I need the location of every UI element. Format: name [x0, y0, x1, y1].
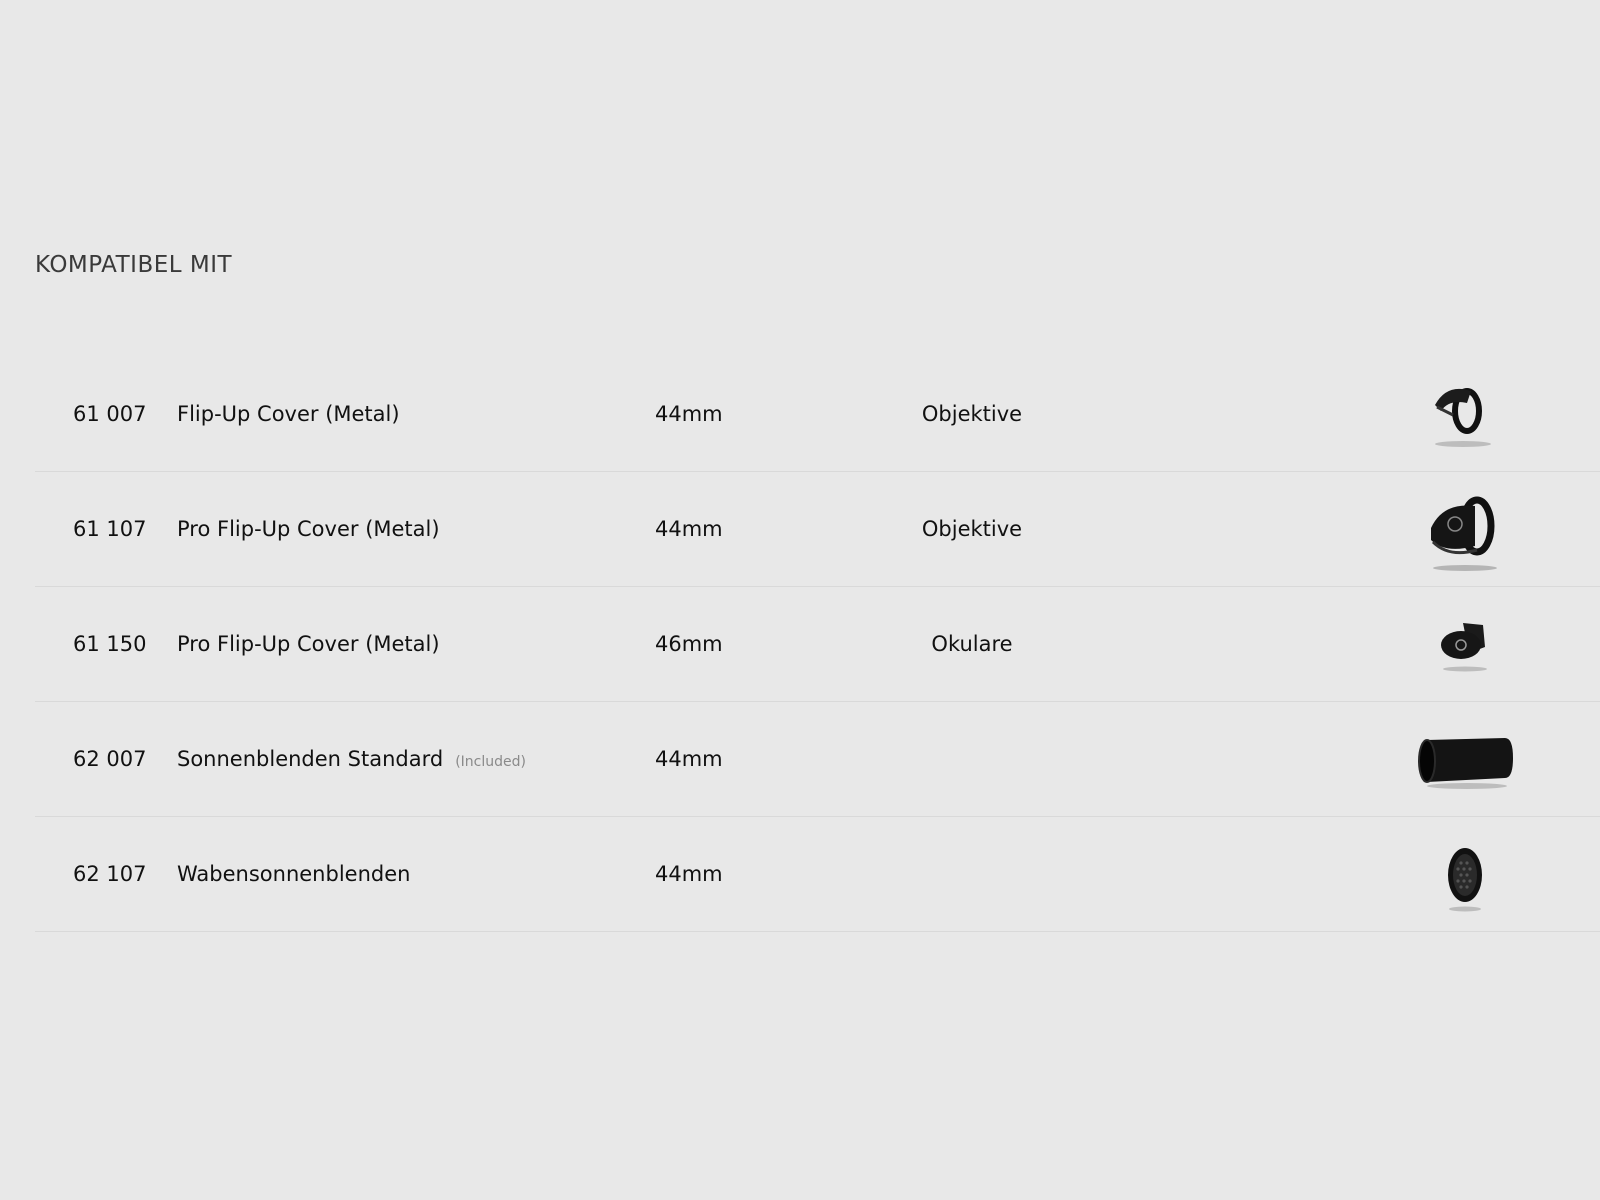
table-row[interactable]: 61 107 Pro Flip-Up Cover (Metal) 44mm Ob…: [35, 472, 1600, 587]
product-type: Okulare: [931, 632, 1013, 656]
pro-flip-up-cover-icon[interactable]: [1405, 484, 1525, 574]
honeycomb-sunshade-icon[interactable]: [1405, 829, 1525, 919]
product-name: Sonnenblenden Standard (Included): [177, 747, 526, 771]
table-row[interactable]: 61 007 Flip-Up Cover (Metal) 44mm Objekt…: [35, 357, 1600, 472]
table-row[interactable]: 62 007 Sonnenblenden Standard (Included) …: [35, 702, 1600, 817]
product-number: 61 150: [73, 632, 147, 656]
section-title: KOMPATIBEL MIT: [35, 252, 233, 278]
product-type: Objektive: [921, 517, 1023, 541]
sunshade-tube-icon[interactable]: [1405, 714, 1525, 804]
product-name: Wabensonnenblenden: [177, 862, 411, 886]
table-row[interactable]: 61 150 Pro Flip-Up Cover (Metal) 46mm Ok…: [35, 587, 1600, 702]
product-size: 46mm: [655, 632, 723, 656]
product-size: 44mm: [655, 517, 723, 541]
product-table: 61 007 Flip-Up Cover (Metal) 44mm Objekt…: [35, 357, 1600, 932]
flip-up-cover-icon[interactable]: [1405, 369, 1525, 459]
product-number: 61 107: [73, 517, 147, 541]
product-size: 44mm: [655, 862, 723, 886]
product-name: Pro Flip-Up Cover (Metal): [177, 517, 440, 541]
product-name: Flip-Up Cover (Metal): [177, 402, 400, 426]
product-number: 62 107: [73, 862, 147, 886]
product-name: Pro Flip-Up Cover (Metal): [177, 632, 440, 656]
product-size: 44mm: [655, 747, 723, 771]
product-number: 62 007: [73, 747, 147, 771]
eyepiece-cover-icon[interactable]: [1405, 599, 1525, 689]
table-row[interactable]: 62 107 Wabensonnenblenden 44mm: [35, 817, 1600, 932]
product-number: 61 007: [73, 402, 147, 426]
product-type: Objektive: [921, 402, 1023, 426]
included-note: (Included): [455, 754, 526, 770]
product-size: 44mm: [655, 402, 723, 426]
